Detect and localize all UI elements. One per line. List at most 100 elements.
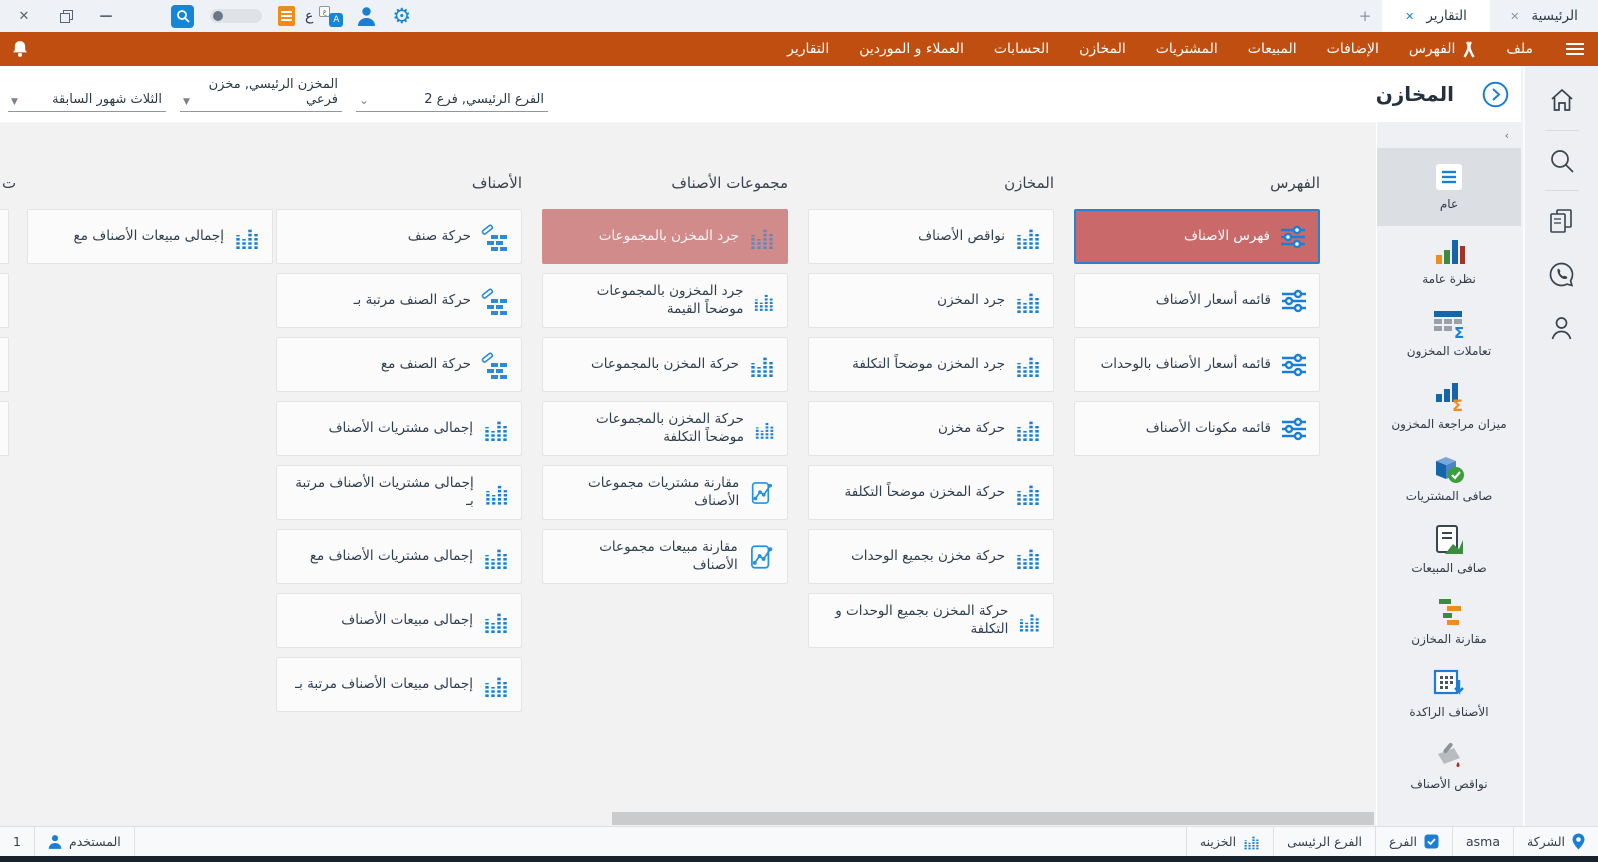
horizontal-scrollbar-thumb[interactable] (612, 812, 1374, 825)
report-card-group-purchases-comparison[interactable]: مقارنة مشتريات مجموعات الأصناف (542, 465, 788, 520)
report-card-items-index[interactable]: فهرس الاصناف (1074, 209, 1320, 264)
window-minimize-button[interactable]: — (99, 9, 113, 24)
status-company[interactable]: الشركة (1513, 827, 1598, 856)
report-card-warehouse-movement-all-units[interactable]: حركة مخزن بجميع الوحدات (808, 529, 1054, 584)
window-close-button[interactable]: ✕ (16, 9, 32, 24)
translate-button[interactable]: ع A (319, 5, 344, 27)
sidebar-item-item-shortages[interactable]: نواقص الأصناف (1377, 730, 1521, 802)
report-card-movement-by-groups-cost[interactable]: حركة المخزن بالمجموعات موضحاً التكلفة (542, 401, 788, 456)
search-panel-button[interactable] (1549, 148, 1574, 173)
new-tab-button[interactable]: + (1348, 0, 1382, 32)
copy-pages-icon (1550, 209, 1572, 233)
menu-addons[interactable]: الإضافات (1312, 32, 1394, 66)
warehouse-filter-dropdown[interactable]: المخزن الرئيسي, مخزن فرعي ▼ (180, 77, 342, 112)
column-header-items: الأصناف (471, 174, 522, 192)
report-card-items-price-list-units[interactable]: قائمه أسعار الأصناف بالوحدات (1074, 337, 1320, 392)
report-card-total-item-purchases-with[interactable]: إجمالى مشتريات الأصناف مع (276, 529, 522, 584)
report-card-movement-by-groups[interactable]: حركة المخزن بالمجموعات (542, 337, 788, 392)
titlebar: ✕ — ع ع A ⚙ الرئيسية ✕ التقارير ✕ + (0, 0, 1598, 32)
menu-reports[interactable]: التقارير (772, 32, 844, 66)
report-card-warehouse-movement-cost[interactable]: حركة المخزن موضحاً التكلفة (808, 465, 1054, 520)
report-card-partial[interactable] (0, 209, 9, 264)
user-icon (48, 835, 62, 849)
menu-purchases[interactable]: المشتريات (1141, 32, 1233, 66)
page-forward-button[interactable] (1482, 81, 1509, 108)
settings-button[interactable]: ⚙ (392, 5, 411, 27)
document-chart-icon (1436, 525, 1463, 555)
sidebar-item-inventory-transactions[interactable]: Σ تعاملات المخزون (1377, 298, 1521, 370)
period-filter-dropdown[interactable]: الثلاث شهور السابقة ▼ (8, 92, 166, 112)
whatsapp-button[interactable] (1548, 261, 1575, 288)
bricks-icon (481, 288, 507, 315)
equalizer-icon (755, 422, 774, 439)
menu-sales[interactable]: المبيعات (1233, 32, 1312, 66)
report-card-items-components-list[interactable]: قائمه مكونات الأصناف (1074, 401, 1320, 456)
chevron-down-icon: ▼ (11, 97, 18, 107)
equalizer-icon (485, 548, 507, 569)
report-card-items-price-list[interactable]: قائمه أسعار الأصناف (1074, 273, 1320, 328)
menu-accounts[interactable]: الحسابات (979, 32, 1064, 66)
status-user[interactable]: المستخدم (35, 827, 135, 856)
checkbox-icon (1424, 834, 1439, 849)
sidebar-item-stagnant-items[interactable]: الأصناف الراكدة (1377, 658, 1521, 730)
window-restore-button[interactable] (60, 9, 73, 23)
sidebar-item-net-purchases[interactable]: صافى المشتريات (1377, 442, 1521, 514)
chevron-down-icon: ⌄ (359, 93, 370, 107)
tab-bar: الرئيسية ✕ التقارير ✕ + (1348, 0, 1598, 32)
tab-label: التقارير (1426, 8, 1467, 24)
quick-search-button[interactable] (171, 4, 194, 28)
report-card-partial[interactable] (0, 401, 9, 456)
documents-button[interactable] (1548, 208, 1575, 234)
contacts-button[interactable] (1549, 315, 1574, 341)
report-card-total-item-sales-sorted-by[interactable]: إجمالى مبيعات الأصناف مرتبة بـ (276, 657, 522, 712)
report-card-total-item-purchases-sorted-by[interactable]: إجمالى مشتريات الأصناف مرتبة بـ (276, 465, 522, 520)
app-window: ✕ — ع ع A ⚙ الرئيسية ✕ التقارير ✕ + ملف … (0, 0, 1598, 862)
list-view-button[interactable] (278, 6, 295, 26)
close-icon[interactable]: ✕ (1510, 10, 1519, 23)
report-card-item-movement-with[interactable]: حركة الصنف مع (276, 337, 522, 392)
tab-reports[interactable]: التقارير ✕ (1382, 0, 1490, 32)
sidebar-item-overview[interactable]: نظرة عامة (1377, 226, 1521, 298)
circle-arrow-icon (1482, 81, 1509, 107)
svg-text:Σ: Σ (1454, 324, 1464, 339)
sidebar-item-net-sales[interactable]: صافى المبيعات (1377, 514, 1521, 586)
report-card-partial[interactable] (0, 273, 9, 328)
report-card-warehouse-movement[interactable]: حركة مخزن (808, 401, 1054, 456)
report-card-total-item-sales-with[interactable]: إجمالى مبيعات الأصناف مع (27, 209, 273, 264)
sidebar-item-general[interactable]: عام (1377, 148, 1521, 226)
report-card-warehouse-movement-all-units-cost[interactable]: حركة المخزن بجميع الوحدات و التكلفة (808, 593, 1054, 648)
notifications-button[interactable] (10, 38, 30, 60)
status-treasury[interactable]: الخزينه (1185, 827, 1273, 856)
report-card-item-shortages[interactable]: نواقص الأصناف (808, 209, 1054, 264)
ribbon-icon (1463, 40, 1475, 58)
table-sigma-icon: Σ (1434, 311, 1464, 339)
tab-home[interactable]: الرئيسية ✕ (1490, 0, 1598, 32)
report-card-inventory-by-groups-value[interactable]: جرد المخزون بالمجموعات موضحاً القيمة (542, 273, 788, 328)
report-card-item-movement[interactable]: حركة صنف (276, 209, 522, 264)
report-card-total-item-sales[interactable]: إجمالى مبيعات الأصناف (276, 593, 522, 648)
report-card-inventory-by-groups[interactable]: جرد المخزن بالمجموعات (542, 209, 788, 264)
report-card-total-item-purchases[interactable]: إجمالى مشتريات الأصناف (276, 401, 522, 456)
home-button[interactable] (1549, 88, 1575, 112)
report-card-warehouse-inventory-cost[interactable]: جرد المخزن موضحاً التكلفة (808, 337, 1054, 392)
user-profile-button[interactable] (357, 6, 376, 26)
equalizer-icon (485, 420, 507, 441)
status-branch[interactable]: الفرع (1375, 827, 1452, 856)
sidebar-collapse-button[interactable]: › (1377, 122, 1521, 148)
sidebar-item-inventory-trial-balance[interactable]: Σ ميزان مراجعة المخزون (1377, 370, 1521, 442)
bricks-icon (481, 224, 507, 251)
menu-index[interactable]: الفهرس (1394, 32, 1492, 66)
menu-clients-suppliers[interactable]: العملاء و الموردين (844, 32, 979, 66)
menu-warehouses[interactable]: المخازن (1064, 32, 1141, 66)
branch-filter-dropdown[interactable]: الفرع الرئيسي, فرع 2 ⌄ (356, 92, 548, 112)
theme-toggle[interactable] (210, 9, 262, 23)
report-card-partial[interactable] (0, 337, 9, 392)
hamburger-menu-icon[interactable] (1566, 43, 1584, 55)
report-card-warehouse-inventory[interactable]: جرد المخزن (808, 273, 1054, 328)
report-card-item-movement-sorted-by[interactable]: حركة الصنف مرتبة بـ (276, 273, 522, 328)
bell-icon (13, 41, 27, 57)
menu-file[interactable]: ملف (1491, 32, 1548, 66)
report-card-group-sales-comparison[interactable]: مقارنة مبيعات مجموعات الأصناف (542, 529, 788, 584)
sidebar-item-warehouse-comparison[interactable]: مقارنة المخازن (1377, 586, 1521, 658)
close-icon[interactable]: ✕ (1405, 10, 1414, 23)
